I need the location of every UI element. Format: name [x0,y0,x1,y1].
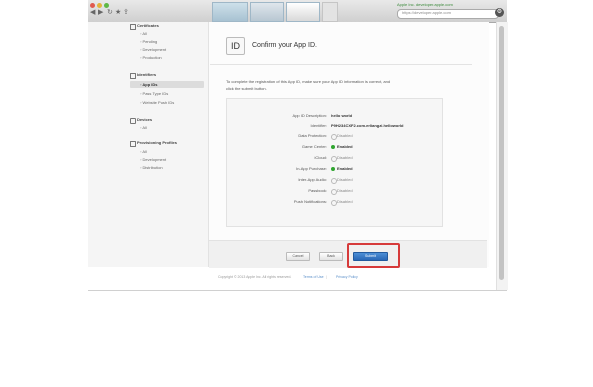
status-enabled-icon [331,167,335,171]
page-title: Confirm your App ID. [252,42,317,49]
value-push-notifications: Disabled [331,199,353,206]
minimize-window-button[interactable] [97,3,102,8]
value-inter-app-audio: Disabled [331,177,353,184]
value-data-protection: Disabled [331,133,353,140]
forward-arrow-icon[interactable]: ▶ [98,9,103,16]
value-identifier: P9H234CXF2.com.erliangzi.helloworld [331,123,404,128]
label-passbook: Passbook: [308,188,327,193]
top-sites-thumbnail[interactable] [212,2,248,22]
zoom-window-button[interactable] [104,3,109,8]
sidebar-item-website-push-ids[interactable]: ◦ Website Push IDs [140,100,174,105]
sidebar-section-identifiers[interactable]: Identifiers [137,72,156,77]
top-sites-thumbnail[interactable] [250,2,284,22]
secure-site-label: Apple Inc. developer.apple.com [397,2,453,7]
sidebar-item-pending[interactable]: ◦ Pending [140,39,157,44]
instructions-line-1: To complete the registration of this App… [226,79,391,84]
sidebar-item-profiles-distribution[interactable]: ◦ Distribution [140,165,163,170]
sidebar-section-certificates[interactable]: Certificates [137,23,159,28]
scrollbar-thumb[interactable] [499,26,504,280]
app-id-icon: ID [226,37,245,55]
status-enabled-icon [331,145,335,149]
reload-icon[interactable]: ↻ [107,9,113,16]
back-arrow-icon[interactable]: ◀ [90,9,95,16]
instructions-line-2: click the submit button. [226,86,267,91]
submit-highlight-box [347,243,400,268]
status-disabled-icon [331,178,337,184]
privacy-policy-link[interactable]: Privacy Policy [336,275,358,279]
status-disabled-icon [331,134,337,140]
sidebar-item-production[interactable]: ◦ Production [140,55,162,60]
value-game-center: Enabled [331,144,353,149]
value-in-app-purchase: Enabled [331,166,353,171]
close-window-button[interactable] [90,3,95,8]
divider [210,64,472,65]
identifiers-icon [130,73,136,79]
cancel-button[interactable]: Cancel [286,252,310,261]
label-inter-app-audio: Inter-App Audio: [298,177,327,182]
sidebar-item-profiles-all[interactable]: ◦ All [140,149,147,154]
settings-gear-icon[interactable]: ⚙ [495,8,504,17]
sidebar-item-certificates-all[interactable]: ◦ All [140,31,147,36]
sidebar-item-app-ids[interactable]: ◦ App IDs [140,82,158,87]
label-icloud: iCloud: [314,155,327,160]
label-app-id-description: App ID Description: [292,113,327,118]
sidebar-section-devices[interactable]: Devices [137,117,152,122]
share-icon[interactable]: ⇪ [123,9,129,16]
value-icloud: Disabled [331,155,353,162]
label-game-center: Game Center: [301,144,327,149]
top-sites-thumbnail[interactable] [286,2,320,22]
sidebar-section-provisioning-profiles[interactable]: Provisioning Profiles [137,140,177,145]
page-divider [88,290,507,291]
address-text: https://developer.apple.com [402,10,451,15]
status-disabled-icon [331,200,337,206]
footer-separator: | [326,275,327,279]
value-passbook: Disabled [331,188,353,195]
label-in-app-purchase: In-App Purchase: [296,166,327,171]
label-data-protection: Data Protection: [298,133,327,138]
back-button[interactable]: Back [319,252,343,261]
copyright-text: Copyright © 2013 Apple Inc. All rights r… [218,275,292,279]
value-app-id-description: hello world [331,113,353,118]
top-sites-thumbnail[interactable] [322,2,338,22]
status-disabled-icon [331,156,337,162]
device-icon [130,118,136,124]
label-push-notifications: Push Notifications: [293,199,327,204]
bookmark-star-icon[interactable]: ★ [115,9,121,16]
terms-of-use-link[interactable]: Terms of Use [303,275,324,279]
provisioning-profile-icon [130,141,136,147]
sidebar-item-pass-type-ids[interactable]: ◦ Pass Type IDs [140,91,168,96]
sidebar-item-profiles-development[interactable]: ◦ Development [140,157,166,162]
sidebar-item-devices-all[interactable]: ◦ All [140,125,147,130]
label-identifier: Identifier: [310,123,327,128]
sidebar-item-development[interactable]: ◦ Development [140,47,166,52]
status-disabled-icon [331,189,337,195]
certificate-icon [130,24,136,30]
